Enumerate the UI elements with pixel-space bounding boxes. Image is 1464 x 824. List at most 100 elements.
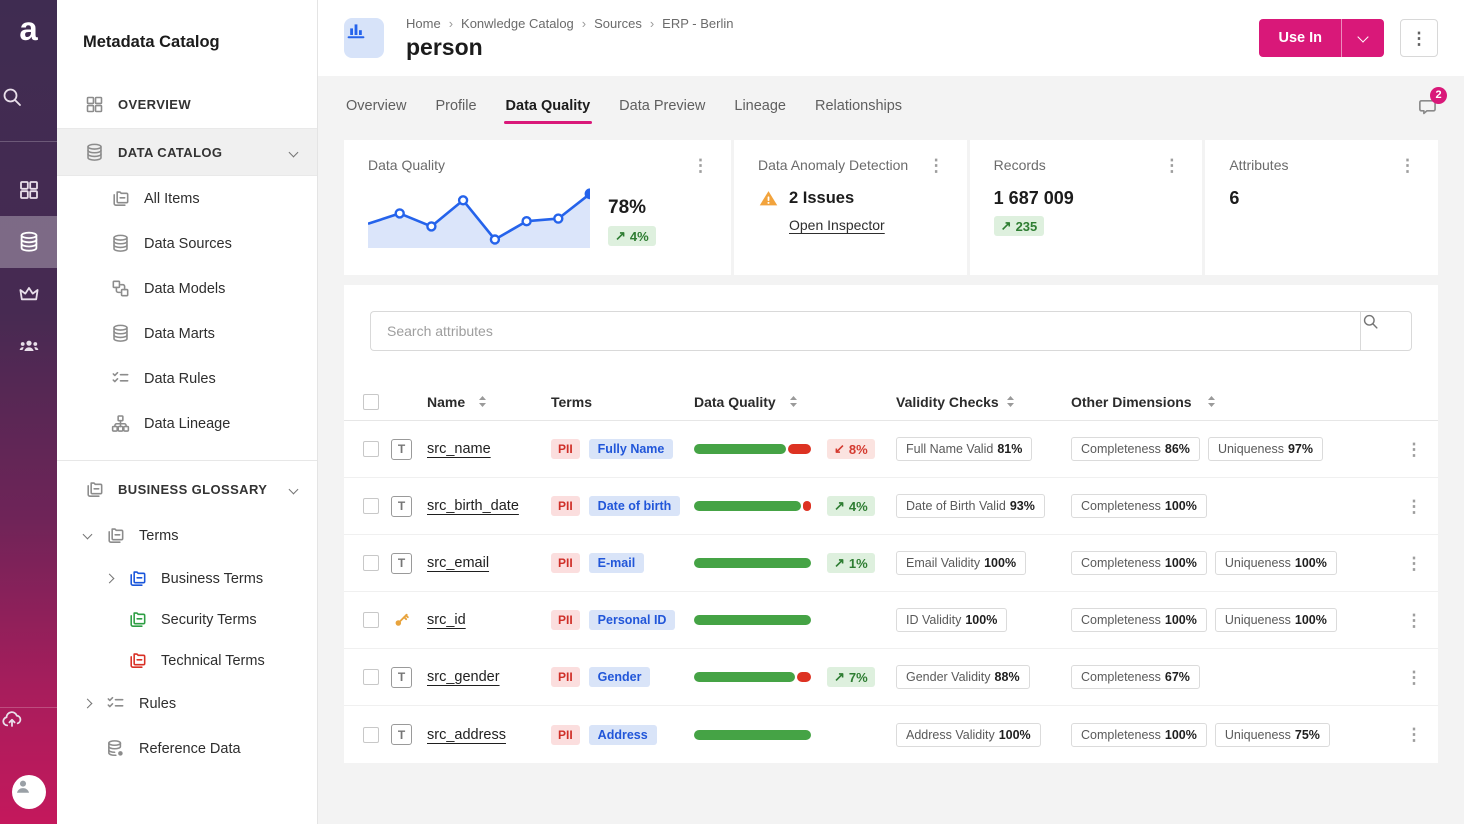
more-actions-button[interactable]: ⋮ xyxy=(1400,19,1438,57)
rail-db-button[interactable] xyxy=(0,216,57,268)
sidebar-item-business-glossary[interactable]: BUSINESS GLOSSARY xyxy=(57,465,317,513)
column-header-label: Name xyxy=(427,394,465,410)
breadcrumb-link[interactable]: Konwledge Catalog xyxy=(461,16,574,31)
sort-icon[interactable] xyxy=(789,395,798,408)
column-header-data-quality[interactable]: Data Quality xyxy=(694,394,896,410)
records-card: Records ⋮ 1 687 009 ↗235 xyxy=(970,140,1203,275)
quality-invalid-segment xyxy=(788,444,811,454)
sidebar-item-security-terms[interactable]: Security Terms xyxy=(57,599,317,640)
card-title: Attributes xyxy=(1229,157,1288,173)
use-in-button[interactable]: Use In xyxy=(1259,19,1341,57)
user-avatar-button[interactable] xyxy=(0,760,57,824)
sidebar-item-terms[interactable]: Terms xyxy=(57,513,317,558)
card-kebab-icon[interactable]: ⋮ xyxy=(924,157,949,174)
row-checkbox[interactable] xyxy=(363,498,379,514)
sidebar-item-data-lineage[interactable]: Data Lineage xyxy=(57,401,317,446)
rail-grid-button[interactable] xyxy=(0,164,57,216)
table-row: Tsrc_genderPIIGender↗7%Gender Validity88… xyxy=(344,649,1438,706)
sidebar-item-data-marts[interactable]: Data Marts xyxy=(57,311,317,356)
tab-relationships[interactable]: Relationships xyxy=(813,92,904,124)
sidebar-item-overview[interactable]: OVERVIEW xyxy=(57,80,317,128)
tab-data-quality[interactable]: Data Quality xyxy=(504,92,593,124)
breadcrumb-link[interactable]: Home xyxy=(406,16,441,31)
sort-icon[interactable] xyxy=(1006,395,1015,408)
row-checkbox[interactable] xyxy=(363,669,379,685)
card-kebab-icon[interactable]: ⋮ xyxy=(688,157,713,174)
card-title: Records xyxy=(994,157,1046,173)
quality-invalid-segment xyxy=(797,672,811,682)
attribute-name-link[interactable]: src_id xyxy=(427,612,466,628)
sidebar-item-data-sources[interactable]: Data Sources xyxy=(57,221,317,266)
card-kebab-icon[interactable]: ⋮ xyxy=(1395,157,1420,174)
bar-chart-icon xyxy=(344,18,384,58)
tab-profile[interactable]: Profile xyxy=(433,92,478,124)
term-badge[interactable]: Date of birth xyxy=(589,496,681,516)
sort-icon[interactable] xyxy=(478,395,487,408)
chevron-down-icon[interactable] xyxy=(290,143,297,161)
sidebar-item-all-items[interactable]: All Items xyxy=(57,176,317,221)
term-badge[interactable]: E-mail xyxy=(589,553,645,573)
term-badge[interactable]: Fully Name xyxy=(589,439,674,459)
rail-people-button[interactable] xyxy=(0,320,57,372)
tab-overview[interactable]: Overview xyxy=(344,92,408,124)
open-inspector-link[interactable]: Open Inspector xyxy=(789,217,885,233)
brand-logo[interactable]: a xyxy=(0,0,57,57)
rail-search-button[interactable] xyxy=(0,85,57,137)
column-header-validity-checks[interactable]: Validity Checks xyxy=(896,394,1071,410)
attribute-name-link[interactable]: src_address xyxy=(427,727,506,743)
search-button[interactable] xyxy=(1360,311,1412,351)
sidebar-item-rules[interactable]: Rules xyxy=(57,681,317,726)
tab-lineage[interactable]: Lineage xyxy=(732,92,788,124)
attribute-name-link[interactable]: src_gender xyxy=(427,669,500,685)
row-kebab-icon[interactable]: ⋮ xyxy=(1406,498,1423,515)
chevron-down-icon[interactable] xyxy=(84,534,105,538)
card-title: Data Quality xyxy=(368,157,445,173)
quality-valid-segment xyxy=(694,501,801,511)
sidebar-item-label: Data Sources xyxy=(144,236,232,252)
term-badge[interactable]: Address xyxy=(589,725,657,745)
sidebar-item-reference-data[interactable]: Reference Data xyxy=(57,726,317,771)
row-kebab-icon[interactable]: ⋮ xyxy=(1406,669,1423,686)
comments-button[interactable]: 2 xyxy=(1416,95,1438,122)
row-checkbox[interactable] xyxy=(363,441,379,457)
select-all-checkbox[interactable] xyxy=(363,394,379,410)
attribute-name-link[interactable]: src_name xyxy=(427,441,491,457)
warning-icon xyxy=(758,188,779,209)
sidebar-item-data-catalog[interactable]: DATA CATALOG xyxy=(57,128,317,176)
rail-crown-button[interactable] xyxy=(0,268,57,320)
row-kebab-icon[interactable]: ⋮ xyxy=(1406,726,1423,743)
chevron-right-icon[interactable] xyxy=(84,700,105,707)
column-header-name[interactable]: Name xyxy=(427,394,551,410)
dimension-chip: Completeness100% xyxy=(1071,723,1207,747)
chevron-down-icon[interactable] xyxy=(290,480,297,498)
column-header-label: Validity Checks xyxy=(896,394,999,410)
sidebar-item-label: BUSINESS GLOSSARY xyxy=(118,482,267,497)
column-header-other-dimensions[interactable]: Other Dimensions xyxy=(1071,394,1390,410)
tab-data-preview[interactable]: Data Preview xyxy=(617,92,707,124)
term-badge[interactable]: Gender xyxy=(589,667,651,687)
card-kebab-icon[interactable]: ⋮ xyxy=(1159,157,1184,174)
breadcrumb-link[interactable]: ERP - Berlin xyxy=(662,16,733,31)
row-checkbox[interactable] xyxy=(363,555,379,571)
column-header-label: Other Dimensions xyxy=(1071,394,1192,410)
breadcrumb-link[interactable]: Sources xyxy=(594,16,642,31)
rules-icon xyxy=(105,693,126,714)
row-checkbox[interactable] xyxy=(363,727,379,743)
term-badge[interactable]: Personal ID xyxy=(589,610,676,630)
cloud-sync-button[interactable] xyxy=(0,708,57,760)
row-kebab-icon[interactable]: ⋮ xyxy=(1406,612,1423,629)
sidebar-item-data-models[interactable]: Data Models xyxy=(57,266,317,311)
sidebar-item-business-terms[interactable]: Business Terms xyxy=(57,558,317,599)
attribute-name-link[interactable]: src_birth_date xyxy=(427,498,519,514)
chevron-right-icon[interactable] xyxy=(106,575,127,582)
sidebar-item-technical-terms[interactable]: Technical Terms xyxy=(57,640,317,681)
quality-valid-segment xyxy=(694,615,811,625)
search-input[interactable] xyxy=(370,311,1360,351)
row-kebab-icon[interactable]: ⋮ xyxy=(1406,441,1423,458)
sort-icon[interactable] xyxy=(1207,395,1216,408)
sidebar-item-data-rules[interactable]: Data Rules xyxy=(57,356,317,401)
row-kebab-icon[interactable]: ⋮ xyxy=(1406,555,1423,572)
row-checkbox[interactable] xyxy=(363,612,379,628)
attribute-name-link[interactable]: src_email xyxy=(427,555,489,571)
use-in-dropdown-button[interactable] xyxy=(1341,19,1384,57)
